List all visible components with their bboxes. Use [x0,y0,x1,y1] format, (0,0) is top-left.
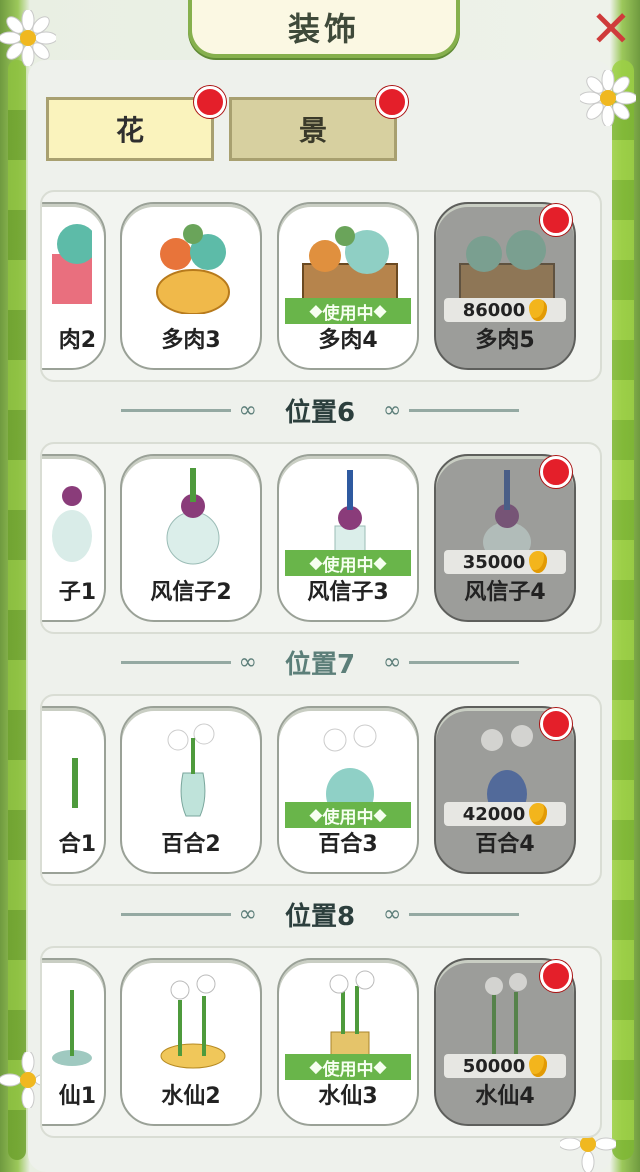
scroll-ornament-icon: ∞ [238,397,257,423]
price-value: 86000 [462,299,526,321]
scroll-ornament-icon: ∞ [238,901,257,927]
item-card[interactable]: ◆ 使用中 ◆ 多肉4 [277,202,419,370]
price-tag: 50000 [444,1054,566,1078]
scroll-ornament-icon: ∞ [383,901,402,927]
daisy-icon [0,10,56,66]
item-card[interactable]: ◆ 使用中 ◆ 水仙3 [277,958,419,1126]
tab-scenery[interactable]: 景 [229,97,397,161]
price-tag: 35000 [444,550,566,574]
item-name: 风信子3 [307,580,389,605]
page-title: 装饰 [188,0,460,58]
item-card[interactable]: ◆ 使用中 ◆ 百合3 [277,706,419,874]
narcissus-bowl-icon [52,990,92,1066]
scroll-ornament-icon: ∞ [383,649,402,675]
item-name: 百合4 [475,832,535,857]
item-name: 多肉4 [318,328,378,353]
lily-vase-icon [72,758,78,808]
tab-flowers-badge [194,86,226,118]
in-use-label: 使用中 [322,1059,374,1080]
item-new-badge [540,456,572,488]
price-tag: 42000 [444,802,566,826]
left-vine [8,60,26,1160]
item-name: 肉2 [58,328,96,353]
item-name: 风信子4 [464,580,546,605]
succulent-pot-icon [156,224,230,314]
scroll-ornament-icon: ∞ [383,397,402,423]
item-name: 多肉3 [161,328,221,353]
scroll-ornament-icon: ∞ [238,649,257,675]
tab-scenery-label: 景 [298,114,327,147]
item-card[interactable]: ◆ 使用中 ◆ 风信子3 [277,454,419,622]
item-name: 水仙2 [161,1084,221,1109]
item-name: 风信子2 [150,580,232,605]
item-name: 仙1 [58,1084,96,1109]
item-row-hyacinth: 子1 风信子2 ◆ 使用中 ◆ 风信子3 35000 风信子4 [40,442,602,634]
in-use-bar: ◆ 使用中 ◆ [285,550,411,576]
item-name: 水仙4 [475,1084,535,1109]
section-header: ∞ 位置6 ∞ [70,394,570,428]
item-name: 水仙3 [318,1084,378,1109]
in-use-label: 使用中 [322,303,374,324]
gold-coin-icon [529,551,548,573]
item-card[interactable]: 水仙2 [120,958,262,1126]
tab-scenery-badge [376,86,408,118]
item-card[interactable]: 肉2 [42,202,106,370]
gold-coin-icon [529,803,548,825]
gold-coin-icon [529,299,548,321]
close-x-icon[interactable]: ✕ [588,4,634,54]
price-tag: 86000 [444,298,566,322]
item-card[interactable]: 百合2 [120,706,262,874]
item-card[interactable]: 合1 [42,706,106,874]
item-name: 百合2 [161,832,221,857]
in-use-bar: ◆ 使用中 ◆ [285,298,411,324]
section-title: 位置7 [284,649,356,680]
section-header: ∞ 位置8 ∞ [70,898,570,932]
in-use-bar: ◆ 使用中 ◆ [285,1054,411,1080]
item-name: 合1 [58,832,96,857]
item-row-narcissus: 仙1 水仙2 ◆ 使用中 ◆ 水仙3 50000 水仙4 [40,946,602,1138]
item-new-badge [540,204,572,236]
item-row-succulent: 肉2 多肉3 ◆ 使用中 ◆ 多肉4 86000 多肉5 [40,190,602,382]
section-header: ∞ 位置7 ∞ [70,646,570,680]
in-use-label: 使用中 [322,555,374,576]
item-row-lily: 合1 百合2 ◆ 使用中 ◆ 百合3 42000 百合4 [40,694,602,886]
hyacinth-vase-icon [166,468,220,565]
narcissus-bowl-icon [160,974,226,1069]
item-name: 百合3 [318,832,378,857]
section-title: 位置6 [284,397,356,428]
lily-vase-icon [167,723,215,817]
item-card[interactable]: 仙1 [42,958,106,1126]
price-value: 50000 [462,1055,526,1077]
price-value: 35000 [462,551,526,573]
item-name: 多肉5 [475,328,535,353]
gold-coin-icon [529,1055,548,1077]
hyacinth-vase-icon [52,486,92,562]
succulent-pot-icon [52,224,92,304]
item-card[interactable]: 多肉3 [120,202,262,370]
tab-flowers-label: 花 [115,114,144,147]
tab-flowers[interactable]: 花 [46,97,214,161]
in-use-bar: ◆ 使用中 ◆ [285,802,411,828]
in-use-label: 使用中 [322,807,374,828]
item-name: 子1 [58,580,96,605]
item-new-badge [540,708,572,740]
daisy-icon [580,70,636,126]
item-card[interactable]: 子1 [42,454,106,622]
item-card[interactable]: 风信子2 [120,454,262,622]
right-vine [612,60,634,1160]
item-new-badge [540,960,572,992]
section-title: 位置8 [284,901,356,932]
price-value: 42000 [462,803,526,825]
